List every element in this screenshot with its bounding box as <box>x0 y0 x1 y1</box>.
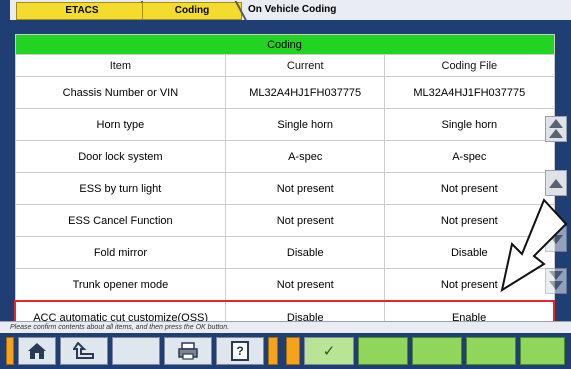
toolbar-left-marker <box>6 337 14 365</box>
scroll-up-button[interactable] <box>545 170 567 196</box>
toolbar-divider-2 <box>286 337 300 365</box>
toolbar-green-slot-4[interactable] <box>520 337 565 365</box>
table-title-row: Coding <box>14 34 555 55</box>
up-arrow-icon <box>549 179 563 188</box>
column-header-coding-file: Coding File <box>384 54 555 77</box>
cell-current: Not present <box>225 268 386 302</box>
cell-coding-file: Single horn <box>384 108 555 141</box>
cell-current: Disable <box>225 236 386 269</box>
table-header-row: Item Current Coding File <box>14 54 555 77</box>
tab-etacs[interactable]: ETACS <box>16 1 154 21</box>
cell-current: Not present <box>225 204 386 237</box>
help-button[interactable]: ? <box>216 337 264 365</box>
cell-item: Trunk opener mode <box>14 268 227 302</box>
toolbar-divider <box>268 337 278 365</box>
home-button[interactable] <box>18 337 56 365</box>
back-up-button[interactable] <box>60 337 108 365</box>
cell-current: Single horn <box>225 108 386 141</box>
cell-coding-file: ML32A4HJ1FH037775 <box>384 76 555 109</box>
table-row[interactable]: Horn type Single horn Single horn <box>14 108 555 141</box>
breadcrumb: ETACS Coding On Vehicle Coding <box>10 0 571 21</box>
table-title: Coding <box>14 34 555 55</box>
table-row[interactable]: Door lock system A-spec A-spec <box>14 140 555 173</box>
tab-etacs-label: ETACS <box>65 5 99 16</box>
ok-button[interactable]: ✓ <box>304 337 354 365</box>
tab-on-vehicle-coding-label: On Vehicle Coding <box>248 4 337 15</box>
cell-current: A-spec <box>225 140 386 173</box>
printer-icon <box>178 342 198 360</box>
column-header-current: Current <box>225 54 386 77</box>
table-row[interactable]: ESS by turn light Not present Not presen… <box>14 172 555 205</box>
toolbar-blank-button[interactable] <box>112 337 160 365</box>
coding-table: Coding Item Current Coding File Chassis … <box>14 34 556 335</box>
cell-item: Chassis Number or VIN <box>14 76 227 109</box>
bottom-toolbar: ? ✓ <box>0 333 571 369</box>
table-row[interactable]: Chassis Number or VIN ML32A4HJ1FH037775 … <box>14 76 555 109</box>
print-button[interactable] <box>164 337 212 365</box>
cell-item: Door lock system <box>14 140 227 173</box>
table-row[interactable]: ESS Cancel Function Not present Not pres… <box>14 204 555 237</box>
cell-item: ESS by turn light <box>14 172 227 205</box>
cell-current: ML32A4HJ1FH037775 <box>225 76 386 109</box>
double-up-arrow-icon-second <box>549 129 563 138</box>
cell-current: Not present <box>225 172 386 205</box>
column-header-item: Item <box>14 54 227 77</box>
tab-coding-label: Coding <box>174 5 210 16</box>
help-icon: ? <box>231 341 249 361</box>
return-up-icon <box>73 342 94 359</box>
toolbar-green-slot-3[interactable] <box>466 337 516 365</box>
home-icon <box>28 343 46 359</box>
scroll-top-button[interactable] <box>545 116 567 142</box>
cell-item: ESS Cancel Function <box>14 204 227 237</box>
double-up-arrow-icon <box>549 119 563 128</box>
status-message: Please confirm contents about all items,… <box>0 321 571 333</box>
toolbar-green-slot-2[interactable] <box>412 337 462 365</box>
table-row[interactable]: Trunk opener mode Not present Not presen… <box>14 268 555 302</box>
cell-coding-file: A-spec <box>384 140 555 173</box>
tab-on-vehicle-coding: On Vehicle Coding <box>240 2 368 18</box>
checkmark-icon: ✓ <box>322 343 336 360</box>
cell-item: Fold mirror <box>14 236 227 269</box>
annotation-arrow-icon <box>500 198 568 293</box>
cell-item: Horn type <box>14 108 227 141</box>
table-row[interactable]: Fold mirror Disable Disable <box>14 236 555 269</box>
toolbar-green-slot-1[interactable] <box>358 337 408 365</box>
content-frame: Coding Item Current Coding File Chassis … <box>0 20 571 335</box>
tab-coding[interactable]: Coding <box>142 1 248 21</box>
